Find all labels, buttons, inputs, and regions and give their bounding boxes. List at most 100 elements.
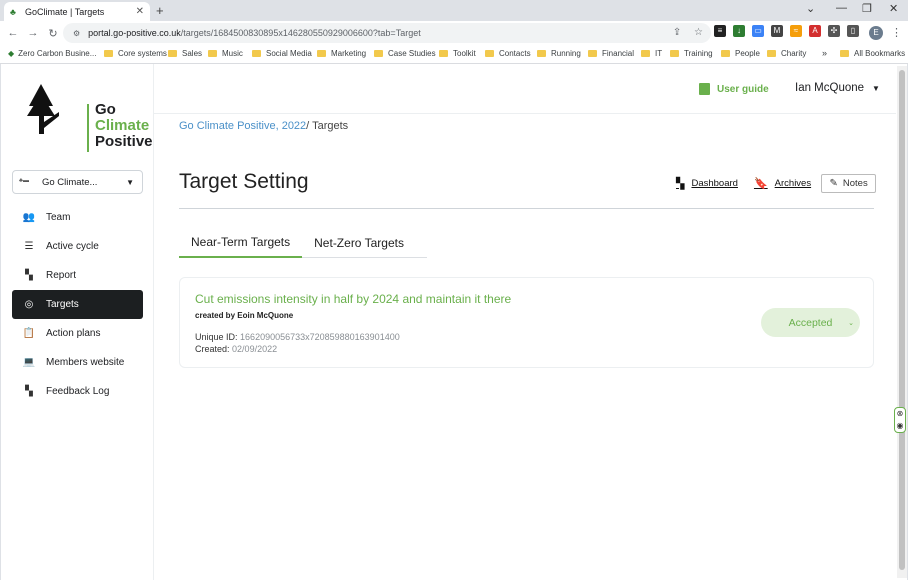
tab-net-zero-targets[interactable]: Net-Zero Targets — [302, 227, 416, 258]
page-scrollbar[interactable] — [897, 66, 907, 578]
sidebar-item-targets[interactable]: ◎ Targets — [12, 290, 143, 319]
user-menu[interactable]: Ian McQuone ▼ — [795, 82, 880, 94]
target-unique-id: Unique ID: 1662090056733x720859880163901… — [195, 332, 400, 342]
breadcrumb-current: Targets — [312, 120, 349, 132]
go-climate-positive-logo[interactable]: Go Climate Positive — [23, 82, 153, 152]
target-created-date: Created: 02/09/2022 — [195, 344, 278, 354]
page: Go Climate Positive ♣▬ Go Climate... ▼ 👥… — [1, 64, 907, 580]
tab-near-term-targets[interactable]: Near-Term Targets — [179, 227, 303, 258]
layers-extension-icon[interactable]: ≡ — [714, 25, 726, 37]
screen-extension-icon[interactable]: ▭ — [752, 25, 764, 37]
bookmark-folder[interactable]: Training — [670, 49, 713, 58]
title-divider — [179, 208, 874, 209]
org-logo-icon: ♣▬ — [19, 178, 29, 184]
share-icon[interactable]: ⇪ — [673, 27, 681, 38]
browser-tab-title: GoClimate | Targets — [25, 6, 105, 17]
team-icon: 👥 — [22, 212, 36, 223]
sidebar: Go Climate Positive ♣▬ Go Climate... ▼ 👥… — [1, 64, 154, 580]
sidebar-item-members-website[interactable]: 💻 Members website — [12, 348, 143, 377]
rss-extension-icon[interactable]: ≈ — [790, 25, 802, 37]
bookmark-folder[interactable]: Charity — [767, 49, 806, 58]
user-guide-link[interactable]: User guide — [699, 83, 769, 95]
scrollbar-thumb[interactable] — [899, 70, 905, 570]
puzzle-extensions-icon[interactable]: ✣ — [828, 25, 840, 37]
folder-icon — [104, 50, 113, 57]
pdf-extension-icon[interactable]: A — [809, 25, 821, 37]
bookmark-folder[interactable]: Marketing — [317, 49, 366, 58]
sidebar-item-feedback-log[interactable]: ▚ Feedback Log — [12, 377, 143, 406]
laptop-icon: 💻 — [22, 357, 36, 368]
back-icon[interactable]: ← — [3, 27, 23, 39]
new-tab-icon[interactable]: + — [156, 3, 164, 18]
close-window-icon[interactable]: ✕ — [889, 2, 898, 15]
bookmark-folder[interactable]: Music — [208, 49, 243, 58]
chevron-down-icon[interactable]: ⌄ — [806, 2, 815, 15]
side-panel-icon[interactable]: ▯ — [847, 25, 859, 37]
clipboard-icon: 📋 — [22, 328, 36, 339]
bookmark-star-icon[interactable]: ☆ — [694, 27, 703, 38]
tree-logo-icon — [27, 84, 59, 134]
target-goal-text: Cut emissions intensity in half by 2024 … — [195, 292, 512, 306]
extensions-area: ≡ ↓ ▭ M ≈ A ✣ ▯ — [714, 25, 859, 37]
target-card[interactable]: Cut emissions intensity in half by 2024 … — [179, 277, 874, 368]
reload-icon[interactable]: ↻ — [43, 27, 63, 40]
bookmark-item[interactable]: ◆ Zero Carbon Busine... — [8, 49, 96, 58]
browser-toolbar: ← → ↻ ⚙ portal.go-positive.co.uk/targets… — [0, 21, 908, 45]
folder-icon — [485, 50, 494, 57]
sidebar-item-active-cycle[interactable]: ☰ Active cycle — [12, 232, 143, 261]
bookmark-folder[interactable]: Core systems — [104, 49, 167, 58]
sidebar-item-action-plans[interactable]: 📋 Action plans — [12, 319, 143, 348]
browser-tab[interactable]: ♣ GoClimate | Targets ✕ — [4, 2, 150, 21]
notes-icon: ✎ — [829, 178, 838, 189]
minimize-icon[interactable]: — — [836, 2, 847, 14]
user-name: Ian McQuone — [795, 82, 865, 94]
sidebar-item-report[interactable]: ▚ Report — [12, 261, 143, 290]
browser-menu-icon[interactable]: ⋮ — [891, 26, 902, 39]
floating-widget[interactable]: ⊗ ◉ — [894, 407, 906, 433]
forward-icon[interactable]: → — [23, 27, 43, 39]
bookmarks-bar: ◆ Zero Carbon Busine... Core systems Sale… — [0, 45, 908, 64]
dashboard-link[interactable]: ▚ Dashboard — [676, 177, 738, 190]
archives-link[interactable]: 🔖 Archives — [754, 177, 811, 190]
dashboard-icon: ▚ — [676, 178, 685, 190]
folder-icon — [670, 50, 679, 57]
bookmark-folder[interactable]: Case Studies — [374, 49, 436, 58]
breadcrumb-parent-link[interactable]: Go Climate Positive, 2022 — [179, 120, 306, 132]
status-dropdown[interactable]: Accepted ⌄ — [761, 308, 860, 337]
logo-divider — [87, 104, 89, 152]
bookmark-folder[interactable]: IT — [641, 49, 662, 58]
widget-icon[interactable]: ◉ — [895, 420, 905, 432]
bookmark-folder[interactable]: Financial — [588, 49, 634, 58]
bookmark-folder[interactable]: Running — [537, 49, 581, 58]
folder-icon — [588, 50, 597, 57]
maximize-icon[interactable]: ❐ — [862, 2, 872, 15]
list-icon: ☰ — [24, 241, 34, 252]
bookmark-folder[interactable]: Contacts — [485, 49, 531, 58]
sidebar-item-team[interactable]: 👥 Team — [12, 203, 143, 232]
bookmark-folder[interactable]: People — [721, 49, 760, 58]
more-bookmarks-icon[interactable]: » — [822, 48, 827, 58]
close-widget-icon[interactable]: ⊗ — [895, 408, 905, 420]
bookmark-folder[interactable]: Social Media — [252, 49, 312, 58]
bookmark-folder[interactable]: Toolkit — [439, 49, 476, 58]
gmail-extension-icon[interactable]: M — [771, 25, 783, 37]
target-goal: Cut emissions intensity in half by 2024 … — [195, 292, 525, 323]
organisation-select[interactable]: ♣▬ Go Climate... ▼ — [12, 170, 143, 194]
browser-tabstrip: ♣ GoClimate | Targets ✕ + ⌄ — ❐ ✕ — [0, 0, 908, 21]
status-value: Accepted — [788, 316, 833, 329]
site-info-icon[interactable]: ⚙ — [73, 29, 80, 38]
address-bar[interactable]: ⚙ portal.go-positive.co.uk/targets/16845… — [63, 23, 711, 43]
notes-button[interactable]: ✎ Notes — [821, 174, 877, 193]
download-extension-icon[interactable]: ↓ — [733, 25, 745, 37]
close-tab-icon[interactable]: ✕ — [136, 6, 144, 17]
report-icon: ▚ — [25, 270, 33, 281]
page-title: Target Setting — [179, 170, 309, 193]
bookmark-folder[interactable]: Sales — [168, 49, 202, 58]
all-bookmarks[interactable]: All Bookmarks — [840, 49, 905, 58]
folder-icon — [208, 50, 217, 57]
folder-icon — [374, 50, 383, 57]
profile-avatar[interactable]: E — [869, 26, 883, 40]
user-guide-icon — [699, 83, 710, 95]
url-host: portal.go-positive.co.uk — [88, 28, 181, 38]
target-tabs: Near-Term Targets Net-Zero Targets — [179, 227, 427, 258]
